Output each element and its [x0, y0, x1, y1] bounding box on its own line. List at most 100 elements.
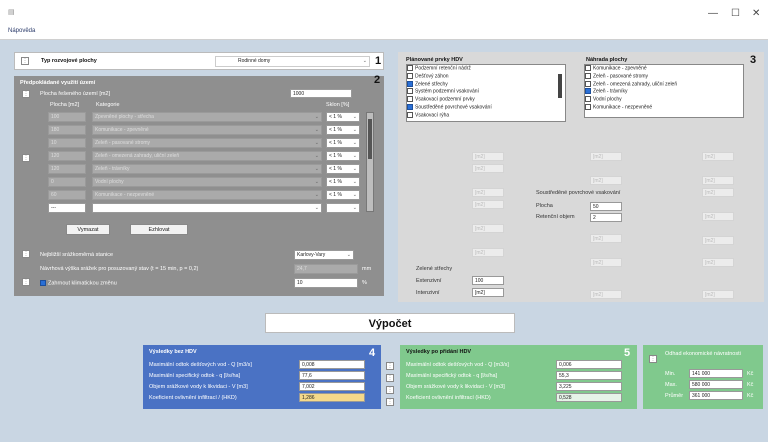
- delete-button[interactable]: Vymazat: [66, 224, 110, 235]
- checkbox[interactable]: [407, 72, 413, 79]
- checkbox[interactable]: [585, 88, 591, 95]
- row-slope-select[interactable]: < 1 % ⌄: [326, 125, 360, 135]
- checkbox[interactable]: [407, 111, 413, 118]
- row-area-input[interactable]: 120: [48, 151, 86, 161]
- row-slope-select[interactable]: < 1 % ⌄: [326, 138, 360, 148]
- add-button[interactable]: Ezhlovat: [130, 224, 188, 235]
- savings-value: 580 000: [689, 380, 743, 389]
- list-item[interactable]: Podzemní retenční nádrž: [407, 65, 565, 73]
- list-item[interactable]: Zeleň - pasované stromy: [585, 72, 743, 81]
- checkbox[interactable]: [407, 104, 413, 111]
- disabled-unit-field: [m2]: [590, 152, 622, 161]
- checkbox[interactable]: [407, 65, 413, 71]
- rain-depth-label: Návrhová výška srážek pro posuzovaný sta…: [40, 266, 199, 272]
- app-icon: ▤: [8, 9, 15, 16]
- list-item[interactable]: Zeleň - omezená zahrady, uliční zeleň: [585, 80, 743, 89]
- expand-toggle[interactable]: ⋮: [21, 57, 29, 65]
- row-area-input[interactable]: 120: [48, 164, 86, 174]
- row-slope-select[interactable]: < 1 % ⌄: [326, 177, 360, 187]
- row-area-input[interactable]: 100: [48, 112, 86, 122]
- list-item[interactable]: Zelené střechy: [407, 80, 565, 89]
- economic-return-panel: ⋮ Odhad ekonomické návratnosti Min. 141 …: [643, 345, 763, 409]
- expand-toggle[interactable]: ⋮: [386, 386, 394, 394]
- row-category-select[interactable]: ⌄: [92, 203, 322, 213]
- title-bar: ▤ — ☐ ✕: [0, 0, 768, 26]
- row-category-select[interactable]: Zeleň - trávníky ⌄: [92, 164, 322, 174]
- checkbox[interactable]: [407, 96, 413, 103]
- maximize-button[interactable]: ☐: [731, 8, 740, 19]
- checkbox[interactable]: [407, 80, 413, 87]
- expand-toggle[interactable]: ⋮: [22, 250, 30, 258]
- disabled-unit-field: [m2]: [472, 248, 504, 257]
- checkbox[interactable]: [585, 104, 591, 111]
- disabled-unit-field: [m2]: [590, 290, 622, 299]
- results-without-title: Výsledky bez HDV: [149, 349, 197, 355]
- checkbox[interactable]: [585, 65, 591, 71]
- checkbox[interactable]: [585, 72, 591, 79]
- climate-change-input[interactable]: 10: [294, 278, 358, 288]
- list-item[interactable]: Dešťový záhon: [407, 72, 565, 81]
- area-input[interactable]: 1000: [290, 89, 352, 98]
- listbox-scrollbar[interactable]: [558, 74, 562, 98]
- menu-help[interactable]: Nápověda: [8, 28, 35, 34]
- expand-toggle[interactable]: ⋮: [386, 362, 394, 370]
- list-item[interactable]: Systém podzemní vsakování: [407, 88, 565, 96]
- row-slope-select[interactable]: ⌄: [326, 203, 360, 213]
- savings-unit: Kč: [747, 382, 754, 388]
- row-area-input[interactable]: ---: [48, 203, 86, 213]
- expand-toggle[interactable]: ⋮: [22, 90, 30, 98]
- green-int-input[interactable]: [m2]: [472, 288, 504, 297]
- rain-depth-unit: mm: [362, 266, 372, 272]
- surface-volume-input[interactable]: 2: [590, 213, 622, 222]
- rain-depth-input[interactable]: 24,7: [294, 264, 358, 274]
- list-item[interactable]: Komunikace - zpevněné: [585, 65, 743, 73]
- storm-station-select[interactable]: Karlovy-Vary ⌄: [294, 250, 354, 260]
- row-category-select[interactable]: Komunikace - nezpevněné ⌄: [92, 190, 322, 200]
- list-item[interactable]: Vsakovací rýha: [407, 111, 565, 120]
- checkbox[interactable]: [585, 96, 591, 103]
- expand-toggle[interactable]: ⋮: [386, 398, 394, 406]
- climate-change-checkbox[interactable]: [40, 280, 46, 286]
- disabled-unit-field: [m2]: [702, 236, 734, 245]
- development-type-select[interactable]: Rodinné domy ⌄: [215, 56, 370, 67]
- row-slope-select[interactable]: < 1 % ⌄: [326, 164, 360, 174]
- list-item[interactable]: Zeleň - trávníky: [585, 88, 743, 96]
- row-area-input[interactable]: 10: [48, 138, 86, 148]
- surface-area-input[interactable]: 50: [590, 202, 622, 211]
- row-slope-select[interactable]: < 1 % ⌄: [326, 190, 360, 200]
- disabled-unit-field: [m2]: [702, 152, 734, 161]
- result-value: 55,3: [556, 371, 622, 380]
- expand-toggle[interactable]: ⋮: [22, 278, 30, 286]
- replace-listbox[interactable]: Komunikace - zpevněné Zeleň - pasované s…: [584, 64, 744, 118]
- row-category-select[interactable]: Zeleň - omezená zahrady, uliční zeleň ⌄: [92, 151, 322, 161]
- row-category-select[interactable]: Komunikace - zpevněné ⌄: [92, 125, 322, 135]
- row-category-select[interactable]: Vodní plochy ⌄: [92, 177, 322, 187]
- expand-toggle[interactable]: ⋮: [386, 374, 394, 382]
- disabled-unit-field: [m2]: [702, 290, 734, 299]
- scrollbar-thumb[interactable]: [368, 119, 372, 159]
- row-category-select[interactable]: Zeleň - pasované stromy ⌄: [92, 138, 322, 148]
- row-slope-select[interactable]: < 1 % ⌄: [326, 151, 360, 161]
- list-item[interactable]: Komunikace - nezpevněné: [585, 104, 743, 112]
- row-area-input[interactable]: 180: [48, 125, 86, 135]
- row-slope-select[interactable]: < 1 % ⌄: [326, 112, 360, 122]
- climate-change-option[interactable]: Zahrnout klimatickou změnu: [40, 280, 117, 286]
- expand-toggle[interactable]: ⋮: [22, 154, 30, 162]
- list-item[interactable]: Vodní plochy: [585, 96, 743, 104]
- close-button[interactable]: ✕: [752, 8, 760, 19]
- list-item[interactable]: Vsakovací podzemní prvky: [407, 96, 565, 104]
- list-item[interactable]: Soustředěné povrchové vsakování: [407, 104, 565, 112]
- minimize-button[interactable]: —: [708, 8, 718, 19]
- hdv-listbox[interactable]: Podzemní retenční nádrž Dešťový záhon Ze…: [406, 64, 566, 122]
- calculate-button[interactable]: Výpočet: [265, 313, 515, 333]
- checkbox[interactable]: [407, 88, 413, 95]
- result-value: 0,008: [299, 360, 365, 369]
- expand-toggle[interactable]: ⋮: [649, 355, 657, 363]
- row-category-select[interactable]: Zpevněné plochy - střecha ⌄: [92, 112, 322, 122]
- checkbox[interactable]: [585, 80, 591, 87]
- land-use-panel: 2 Předpokládané využití území ⋮ Plocha ř…: [14, 74, 384, 296]
- green-ext-input[interactable]: 100: [472, 276, 504, 285]
- table-scrollbar[interactable]: [366, 112, 374, 212]
- row-area-input[interactable]: 0: [48, 177, 86, 187]
- row-area-input[interactable]: 60: [48, 190, 86, 200]
